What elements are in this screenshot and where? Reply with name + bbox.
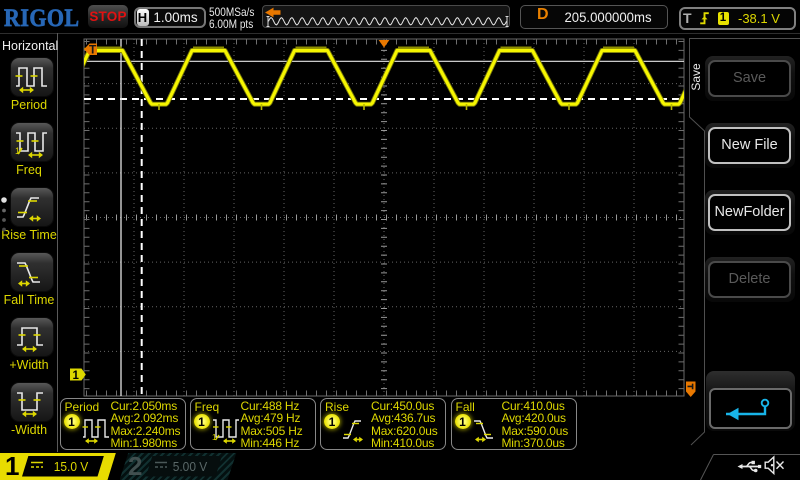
- svg-text:1: 1: [212, 433, 217, 442]
- svg-text:T: T: [89, 42, 97, 56]
- svg-text:1: 1: [73, 370, 80, 382]
